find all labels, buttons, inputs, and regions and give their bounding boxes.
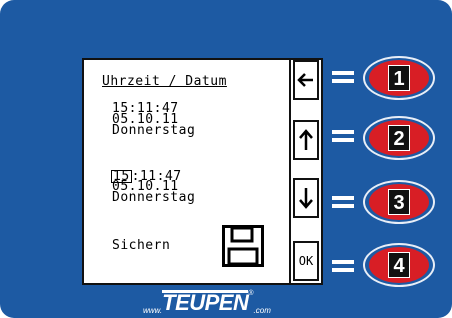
softkey-up[interactable] xyxy=(293,120,319,160)
softkey-down[interactable] xyxy=(293,178,319,218)
arrow-up-icon xyxy=(299,129,313,150)
brand-logo: www.TEUPEN® .com xyxy=(143,290,271,315)
hardware-key-1[interactable]: 1 xyxy=(363,56,435,100)
control-panel: Uhrzeit / Datum 15:11:47 05.10.11 Donner… xyxy=(0,0,452,318)
brand-suffix: .com xyxy=(253,306,271,315)
hardware-key-4[interactable]: 4 xyxy=(363,243,435,287)
arrow-left-icon xyxy=(297,73,313,87)
equals-sign-2 xyxy=(332,130,354,142)
key-number-3: 3 xyxy=(388,189,410,215)
brand-prefix: www. xyxy=(143,306,163,315)
softkey-left[interactable] xyxy=(293,60,319,100)
ok-label: OK xyxy=(298,254,314,268)
key-number-1: 1 xyxy=(388,65,410,91)
lcd-screen: Uhrzeit / Datum 15:11:47 05.10.11 Donner… xyxy=(82,58,323,285)
screen-title: Uhrzeit / Datum xyxy=(102,74,227,89)
save-label: Sichern xyxy=(112,238,171,253)
brand-name: TEUPEN xyxy=(162,290,249,315)
softkey-column: OK xyxy=(289,60,321,283)
softkey-ok[interactable]: OK xyxy=(293,241,319,281)
brand-reg: ® xyxy=(248,290,254,297)
floppy-disk-icon[interactable] xyxy=(222,225,264,267)
arrow-down-icon xyxy=(299,188,313,209)
edit-weekday[interactable]: Donnerstag xyxy=(112,191,195,204)
equals-sign-1 xyxy=(332,71,354,83)
hardware-key-2[interactable]: 2 xyxy=(363,116,435,160)
equals-sign-3 xyxy=(332,196,354,208)
key-number-4: 4 xyxy=(388,252,410,278)
key-number-2: 2 xyxy=(388,125,410,151)
hardware-key-3[interactable]: 3 xyxy=(363,180,435,224)
current-weekday: Donnerstag xyxy=(112,123,196,138)
equals-sign-4 xyxy=(332,260,354,272)
